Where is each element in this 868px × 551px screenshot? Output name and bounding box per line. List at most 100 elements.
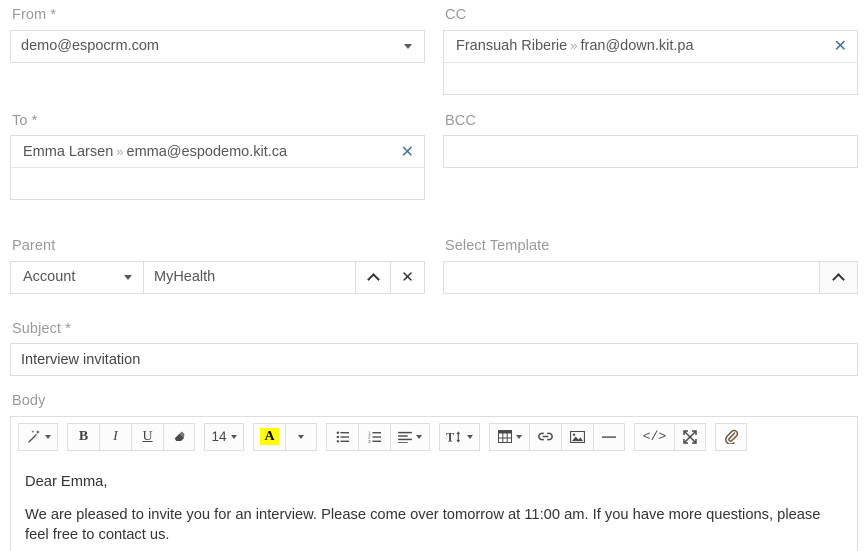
from-value: demo@espocrm.com xyxy=(21,38,160,54)
format-group: B I U xyxy=(67,422,195,451)
bold-button[interactable]: B xyxy=(67,422,99,451)
font-size-button[interactable]: 14 xyxy=(204,422,244,451)
select-template-label: Select Template xyxy=(445,238,550,254)
magic-wand-button[interactable] xyxy=(18,422,58,451)
field-body: Body B I U 14 A 1 2 3 T </> Dear Emma, W… xyxy=(10,394,858,551)
horizontal-rule-icon xyxy=(602,435,616,438)
field-bcc: BCC xyxy=(443,112,858,201)
table-button[interactable] xyxy=(489,422,529,451)
bold-icon: B xyxy=(78,428,89,444)
bullet-list-icon xyxy=(336,431,349,442)
style-group xyxy=(18,422,58,451)
field-from: From * demo@espocrm.com xyxy=(10,8,425,95)
list-item[interactable]: Fransuah Riberie» fran@down.kit.pa ✕ xyxy=(444,31,857,63)
line-height-button[interactable]: T xyxy=(439,422,480,451)
line-height-icon: T xyxy=(446,430,461,444)
attach-file-button[interactable] xyxy=(715,422,747,451)
horizontal-rule-button[interactable] xyxy=(593,422,625,451)
underline-button[interactable]: U xyxy=(131,422,163,451)
caret-down-icon xyxy=(416,434,422,439)
expand-icon xyxy=(683,429,697,444)
parent-group: Account MyHealth ✕ xyxy=(10,260,425,294)
chevron-up-icon xyxy=(366,272,380,286)
insert-group xyxy=(489,422,625,451)
color-picker-dropdown[interactable] xyxy=(285,422,317,451)
color-group: A xyxy=(253,422,317,451)
to-input[interactable] xyxy=(11,168,424,199)
parent-label: Parent xyxy=(12,238,56,254)
italic-button[interactable]: I xyxy=(99,422,131,451)
row-to-bcc: To * Emma Larsen» emma@espodemo.kit.ca ✕ … xyxy=(10,112,858,201)
field-select-template: Select Template xyxy=(443,239,858,294)
cc-item-separator: » xyxy=(570,38,578,53)
close-icon: ✕ xyxy=(401,267,414,286)
text-color-button[interactable]: A xyxy=(253,422,285,451)
to-item-name: Emma Larsen xyxy=(23,143,114,160)
image-button[interactable] xyxy=(561,422,593,451)
body-paragraph: We are pleased to invite you for an inte… xyxy=(25,506,821,544)
to-item-email: emma@espodemo.kit.ca xyxy=(126,143,288,160)
unordered-list-button[interactable] xyxy=(326,422,358,451)
parent-name-value: MyHealth xyxy=(154,269,216,285)
subject-input[interactable]: Interview invitation xyxy=(10,343,858,376)
font-size-value: 14 xyxy=(211,429,227,444)
list-item[interactable]: Emma Larsen» emma@espodemo.kit.ca ✕ xyxy=(11,136,424,168)
attachment-group xyxy=(715,422,747,451)
underline-icon: U xyxy=(142,428,153,444)
cc-label: CC xyxy=(445,7,467,23)
bcc-label: BCC xyxy=(445,112,476,129)
image-icon xyxy=(570,430,585,443)
paragraph-align-button[interactable] xyxy=(390,422,430,451)
cc-input[interactable] xyxy=(444,62,857,94)
editor-content[interactable]: Dear Emma, We are pleased to invite you … xyxy=(11,458,857,551)
fullscreen-button[interactable] xyxy=(674,422,706,451)
to-item-separator: » xyxy=(116,143,124,159)
close-icon[interactable]: ✕ xyxy=(393,143,414,160)
row-subject: Subject * Interview invitation xyxy=(10,321,858,376)
parent-select-button[interactable] xyxy=(355,260,390,294)
cc-item-name: Fransuah Riberie xyxy=(456,38,568,54)
select-template-button[interactable] xyxy=(819,260,858,294)
view-group: </> xyxy=(634,422,706,451)
cc-item-email: fran@down.kit.pa xyxy=(580,38,694,54)
eraser-icon xyxy=(174,431,184,441)
code-view-button[interactable]: </> xyxy=(634,422,674,451)
remove-format-button[interactable] xyxy=(163,422,195,451)
cc-item-text: Fransuah Riberie» fran@down.kit.pa xyxy=(456,38,694,54)
row-from-cc: From * demo@espocrm.com CC Fransuah Ribe… xyxy=(10,8,858,95)
parent-name-input[interactable]: MyHealth xyxy=(143,260,355,294)
paperclip-icon xyxy=(724,429,738,444)
select-template-input[interactable] xyxy=(443,260,819,294)
to-label: To * xyxy=(12,112,38,129)
rich-text-editor: B I U 14 A 1 2 3 T </> Dear Emma, We are… xyxy=(10,415,858,551)
to-item-text: Emma Larsen» emma@espodemo.kit.ca xyxy=(23,144,287,160)
parent-type-select[interactable]: Account xyxy=(10,260,143,294)
bcc-input[interactable] xyxy=(443,135,858,168)
parent-clear-button[interactable]: ✕ xyxy=(390,260,425,294)
align-left-icon xyxy=(398,431,412,443)
caret-down-icon xyxy=(44,434,51,439)
close-icon[interactable]: ✕ xyxy=(826,38,847,54)
email-compose-form: From * demo@espocrm.com CC Fransuah Ribe… xyxy=(0,8,868,551)
select-template-group xyxy=(443,260,858,294)
field-parent: Parent Account MyHealth ✕ xyxy=(10,239,425,294)
parent-type-value: Account xyxy=(23,269,76,285)
italic-icon: I xyxy=(113,428,118,444)
line-height-group: T xyxy=(439,422,480,451)
editor-toolbar: B I U 14 A 1 2 3 T </> xyxy=(11,416,857,458)
code-icon: </> xyxy=(642,429,667,444)
cc-link-multiple: Fransuah Riberie» fran@down.kit.pa ✕ xyxy=(443,29,858,95)
from-select[interactable]: demo@espocrm.com xyxy=(10,29,425,63)
caret-down-icon xyxy=(404,43,412,49)
caret-down-icon xyxy=(124,274,132,280)
subject-value: Interview invitation xyxy=(21,351,141,368)
caret-down-icon xyxy=(515,434,522,439)
caret-down-icon xyxy=(467,434,473,439)
body-paragraph: Dear Emma, xyxy=(25,473,108,490)
link-button[interactable] xyxy=(529,422,561,451)
svg-text:3: 3 xyxy=(368,439,371,443)
magic-wand-icon xyxy=(27,429,40,443)
svg-text:T: T xyxy=(446,430,454,443)
list-group: 1 2 3 xyxy=(326,422,430,451)
ordered-list-button[interactable]: 1 2 3 xyxy=(358,422,390,451)
